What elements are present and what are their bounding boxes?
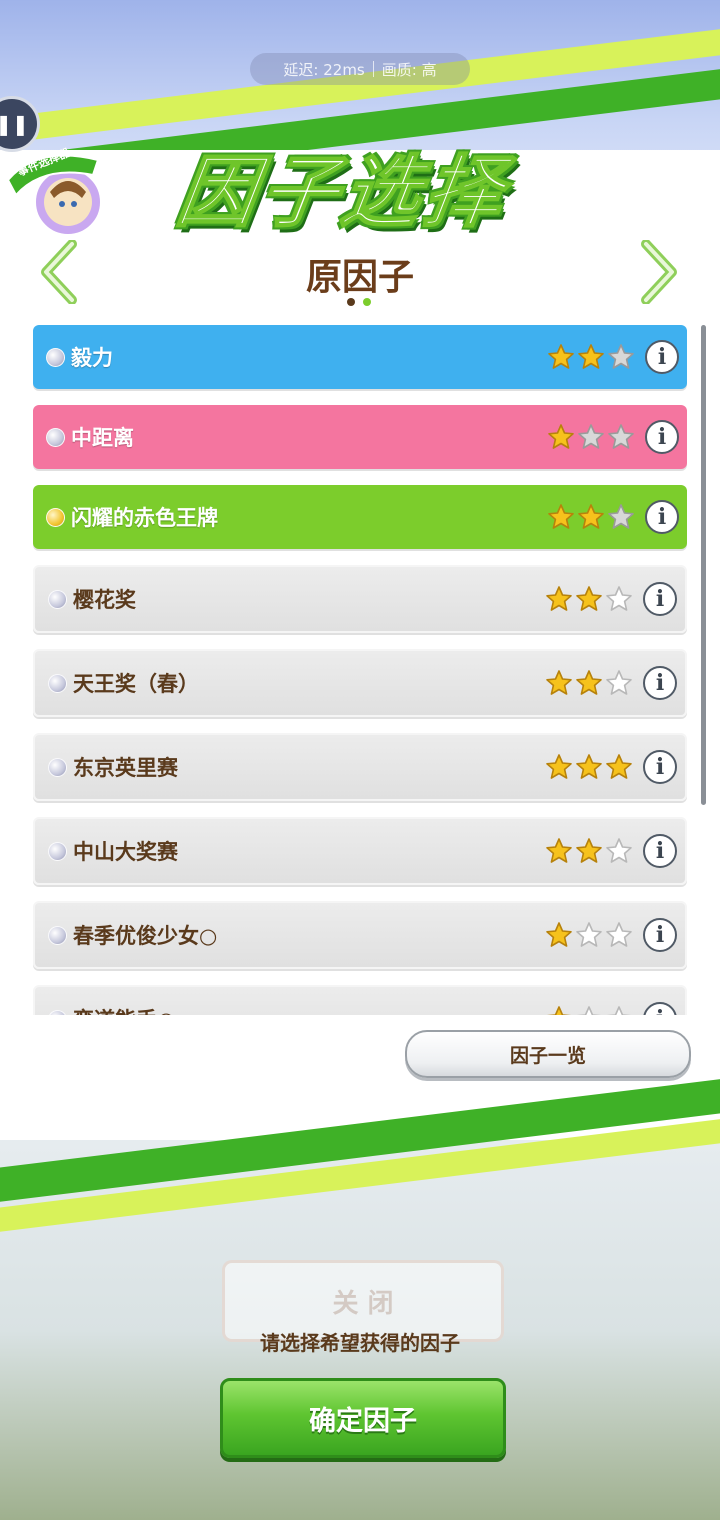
factor-label: 弯道能手○ — [73, 1004, 545, 1015]
prev-arrow-button[interactable] — [38, 239, 78, 305]
silver-bullet-icon — [48, 841, 67, 861]
info-icon[interactable]: i — [645, 500, 679, 534]
info-icon[interactable]: i — [645, 420, 679, 454]
info-icon[interactable]: i — [643, 666, 677, 700]
page-indicator — [347, 298, 371, 306]
star-empty-icon — [606, 670, 632, 695]
gold-bullet-icon — [46, 507, 65, 527]
info-icon[interactable]: i — [645, 340, 679, 374]
latency-overlay: 延迟: 22ms 画质: 高 — [250, 53, 470, 85]
pause-icon: ❚❚ — [0, 112, 29, 136]
star-filled-icon — [548, 424, 574, 449]
star-filled-icon — [576, 670, 602, 695]
factor-row[interactable]: 闪耀的赤色王牌 i — [33, 485, 687, 549]
factor-label: 毅力 — [71, 346, 113, 370]
chevron-right-icon — [641, 239, 677, 305]
factor-label: 中距离 — [71, 426, 134, 450]
confirm-factor-button[interactable]: 确定因子 — [220, 1378, 506, 1458]
factor-overview-button[interactable]: 因子一览 — [405, 1030, 691, 1078]
page-dot-1 — [347, 298, 355, 306]
star-empty-icon — [576, 1006, 602, 1015]
star-rating — [545, 837, 633, 865]
page-title: 因子选择 — [171, 147, 514, 239]
star-filled-icon — [576, 838, 602, 863]
silver-bullet-icon — [48, 1009, 67, 1015]
star-filled-icon — [578, 344, 604, 369]
star-rating — [545, 585, 633, 613]
selection-hint: 请选择希望获得的因子 — [260, 1331, 460, 1355]
star-filled-icon — [548, 344, 574, 369]
star-rating — [545, 921, 633, 949]
silver-bullet-icon — [48, 589, 67, 609]
factor-label: 东京英里赛 — [73, 756, 178, 780]
star-rating — [545, 1005, 633, 1015]
factor-label: 春季优俊少女○ — [73, 924, 218, 948]
list-scrollbar[interactable] — [701, 325, 706, 805]
silver-bullet-icon — [48, 757, 67, 777]
factor-row[interactable]: 中山大奖赛 i — [33, 817, 687, 885]
info-icon[interactable]: i — [643, 834, 677, 868]
overlay-extra-text: 画质: 高 — [381, 60, 437, 79]
latency-text: 延迟: 22ms — [283, 60, 365, 79]
overlay-separator — [372, 61, 374, 77]
silver-bullet-icon — [48, 673, 67, 693]
confirm-factor-label: 确定因子 — [309, 1405, 417, 1437]
star-empty-icon — [578, 424, 604, 449]
factor-category-title: 原因子 — [305, 257, 414, 298]
next-arrow-button[interactable] — [640, 239, 680, 305]
star-filled-icon — [606, 754, 632, 779]
star-filled-icon — [546, 1006, 572, 1015]
silver-bullet-icon — [46, 347, 65, 367]
factor-label: 闪耀的赤色王牌 — [71, 506, 218, 530]
star-filled-icon — [576, 754, 602, 779]
star-filled-icon — [548, 504, 574, 529]
factor-row[interactable]: 中距离 i — [33, 405, 687, 469]
chevron-left-icon — [41, 239, 77, 305]
star-filled-icon — [546, 838, 572, 863]
star-filled-icon — [546, 754, 572, 779]
star-empty-icon — [606, 922, 632, 947]
star-filled-icon — [546, 670, 572, 695]
event-selector-badge[interactable]: 事件选择器 — [6, 140, 104, 240]
star-rating — [545, 669, 633, 697]
star-filled-icon — [546, 922, 572, 947]
info-icon[interactable]: i — [643, 1002, 677, 1015]
page-dot-2 — [363, 298, 371, 306]
star-filled-icon — [546, 586, 572, 611]
factor-row[interactable]: 东京英里赛 i — [33, 733, 687, 801]
info-icon[interactable]: i — [643, 750, 677, 784]
factor-list[interactable]: 毅力 i 中距离 i 闪耀的赤色王牌 i 樱花奖 i 天王奖（春） i 东京英里赛 i 中山大奖赛 i 春季… — [33, 325, 687, 1015]
star-rating — [547, 503, 635, 531]
star-empty-icon — [606, 1006, 632, 1015]
factor-row[interactable]: 天王奖（春） i — [33, 649, 687, 717]
factor-row[interactable]: 毅力 i — [33, 325, 687, 389]
factor-row[interactable]: 弯道能手○ i — [33, 985, 687, 1015]
star-rating — [547, 423, 635, 451]
star-empty-icon — [608, 424, 634, 449]
star-empty-icon — [576, 922, 602, 947]
star-empty-icon — [608, 504, 634, 529]
factor-label: 樱花奖 — [73, 588, 136, 612]
star-rating — [547, 343, 635, 371]
factor-label: 天王奖（春） — [73, 672, 199, 696]
silver-bullet-icon — [46, 427, 65, 447]
factor-overview-label: 因子一览 — [509, 1044, 586, 1067]
factor-row[interactable]: 春季优俊少女○ i — [33, 901, 687, 969]
faded-close-label: 关 闭 — [332, 1288, 394, 1319]
star-rating — [545, 753, 633, 781]
factor-label: 中山大奖赛 — [73, 840, 178, 864]
star-filled-icon — [578, 504, 604, 529]
info-icon[interactable]: i — [643, 918, 677, 952]
star-filled-icon — [576, 586, 602, 611]
silver-bullet-icon — [48, 925, 67, 945]
star-empty-icon — [608, 344, 634, 369]
info-icon[interactable]: i — [643, 582, 677, 616]
factor-row[interactable]: 樱花奖 i — [33, 565, 687, 633]
star-empty-icon — [606, 838, 632, 863]
star-empty-icon — [606, 586, 632, 611]
